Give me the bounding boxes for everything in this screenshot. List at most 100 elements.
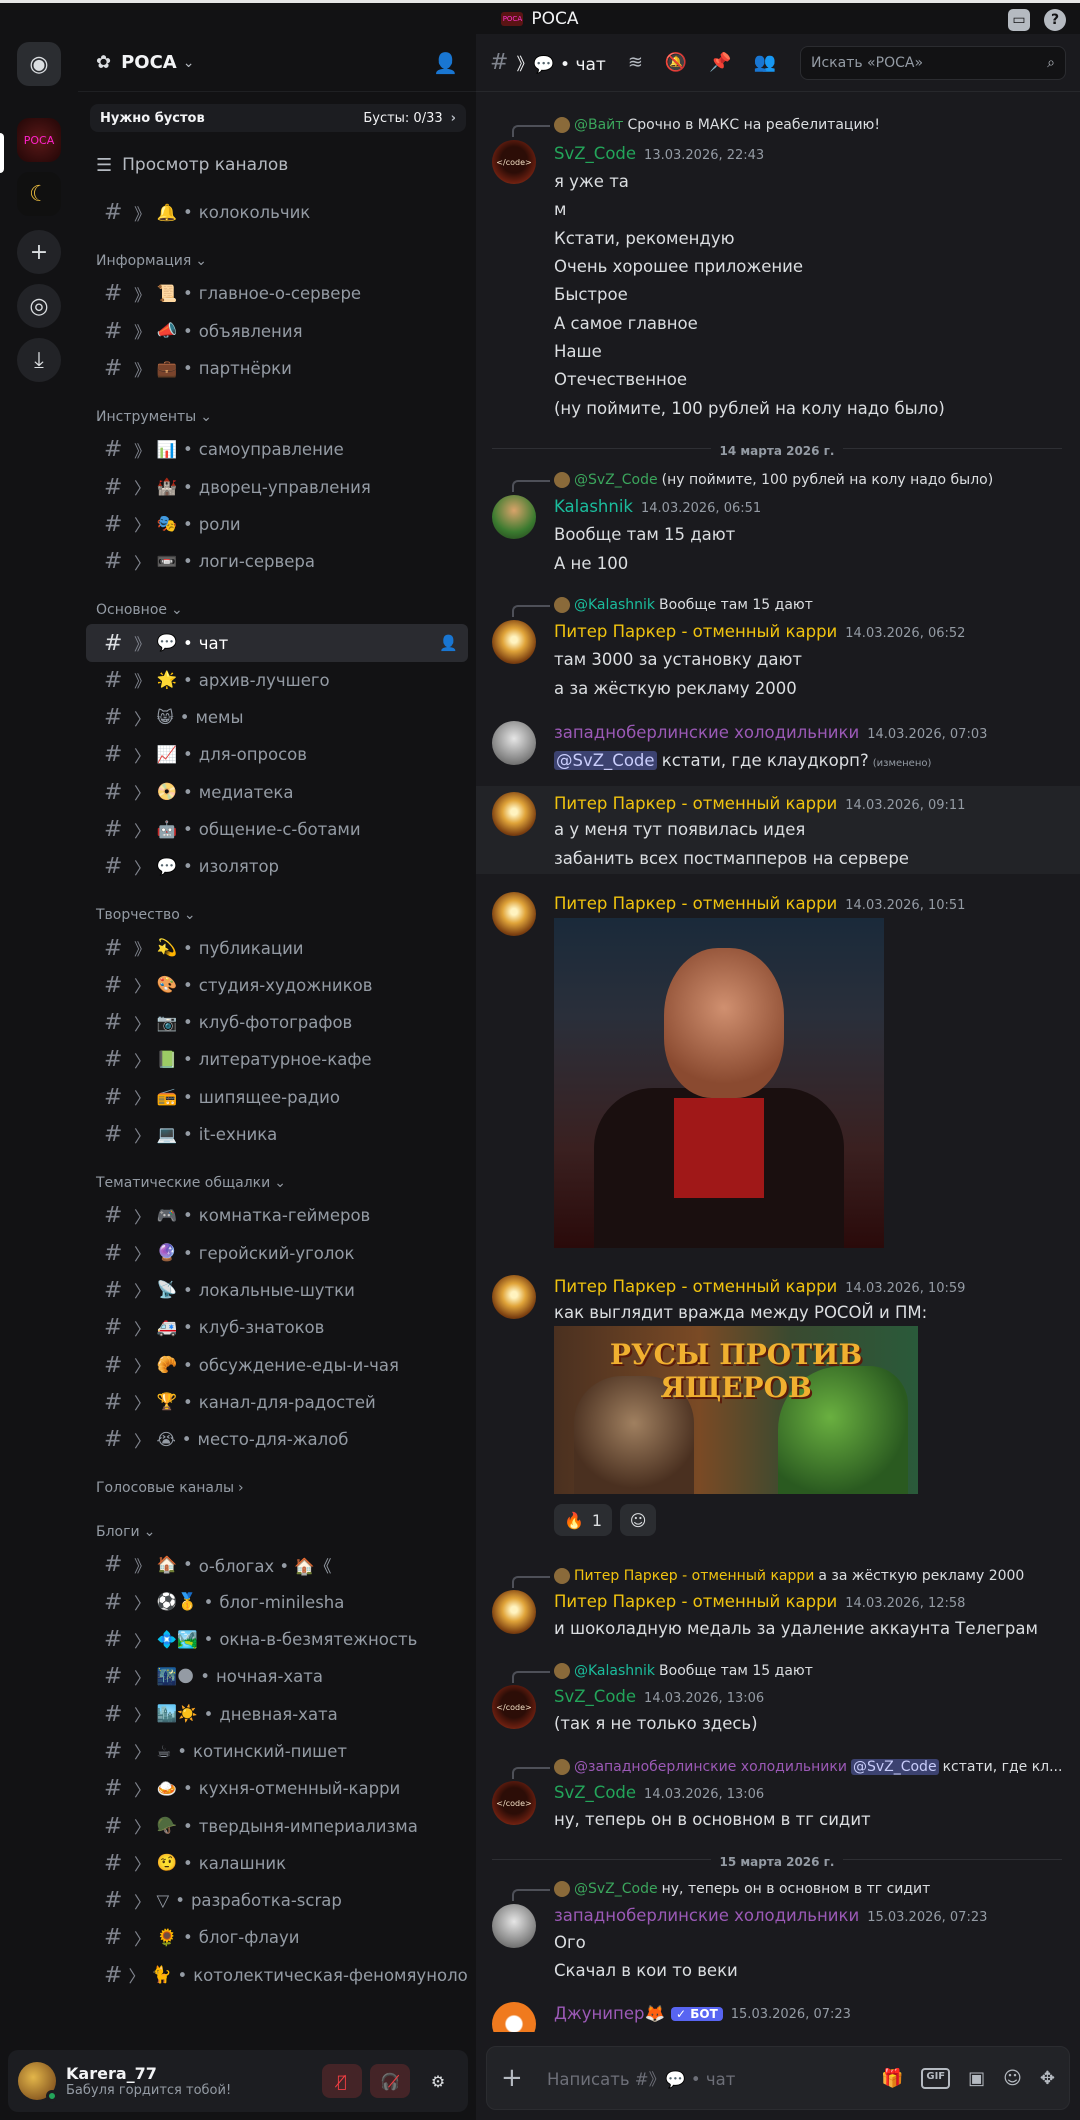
category-voice[interactable]: Голосовые каналы › <box>78 1468 476 1502</box>
channel-для-опросов[interactable]: # 〉 📈 • для-опросов <box>86 736 468 773</box>
search-input[interactable]: Искать «РОСА» ⌕ <box>800 45 1066 80</box>
message-author[interactable]: Питер Паркер - отменный карри 14.03.2026,… <box>554 894 965 913</box>
download-icon[interactable]: ⤓ <box>17 338 61 382</box>
inbox-icon[interactable]: ▭ <box>1008 9 1030 31</box>
reply-preview[interactable]: @SvZ_Code ну, теперь он в основном в тг с… <box>554 1881 930 1897</box>
channel-окна-в-безмятежность[interactable]: # 〉 💠🏞️ • окна-в-безмятежность <box>86 1621 468 1658</box>
category-tools[interactable]: Инструменты ⌄ <box>78 397 476 431</box>
gif-icon[interactable]: GIF <box>921 2067 951 2089</box>
server-icon[interactable]: ☾ <box>17 172 61 216</box>
gear-icon[interactable]: ⚙ <box>418 2064 458 2098</box>
channel-обсуждение-еды-и-чая[interactable]: # 〉 🥐 • обсуждение-еды-и-чая <box>86 1346 468 1383</box>
add-reaction-icon[interactable]: ☺ <box>620 1504 657 1536</box>
discord-home-icon[interactable]: ◉ <box>17 42 61 86</box>
category-info[interactable]: Информация ⌄ <box>78 241 476 275</box>
channel-партнёрки[interactable]: # 》 💼 • партнёрки <box>86 350 468 387</box>
message-input[interactable]: Написать #》💬 • чат <box>547 2066 735 2090</box>
channel-ночная-хата[interactable]: # 〉 🌃🌑 • ночная-хата <box>86 1658 468 1695</box>
emoji-icon[interactable]: ☺ <box>1003 2068 1022 2089</box>
notifications-icon[interactable]: 🔕 <box>665 52 687 73</box>
avatar[interactable] <box>492 1904 536 1948</box>
message-author[interactable]: западноберлинские холодильники 14.03.2026… <box>554 723 987 742</box>
avatar[interactable] <box>492 1275 536 1319</box>
avatar[interactable] <box>492 1590 536 1634</box>
channel-самоуправление[interactable]: # 》 📊 • самоуправление <box>86 431 468 468</box>
channel-логи-сервера[interactable]: # 〉 📼 • логи-сервера <box>86 543 468 580</box>
channel-дворец-управления[interactable]: # 〉 🏰 • дворец-управления <box>86 468 468 505</box>
members-icon[interactable]: 👥 <box>754 52 776 73</box>
channel-изолятор[interactable]: # 〉 💬 • изолятор <box>86 848 468 885</box>
reply-preview[interactable]: @Kalashnik Вообще там 15 дают <box>554 1663 813 1679</box>
message-author[interactable]: SvZ_Code 14.03.2026, 13:06 <box>554 1687 764 1706</box>
avatar[interactable] <box>492 892 536 936</box>
channel-канал-для-радостей[interactable]: # 〉 🏆 • канал-для-радостей <box>86 1384 468 1421</box>
message-author[interactable]: Питер Паркер - отменный карри 14.03.2026,… <box>554 1277 965 1296</box>
category-creative[interactable]: Творчество ⌄ <box>78 895 476 929</box>
channel-объявления[interactable]: # 》 📣 • объявления <box>86 313 468 350</box>
reply-preview[interactable]: @западноберлинские холодильники @SvZ_Code… <box>554 1759 1062 1775</box>
avatar[interactable]: </code> <box>492 140 536 184</box>
channel-комнатка-геймеров[interactable]: # 〉 🎮 • комнатка-геймеров <box>86 1197 468 1234</box>
channel-медиатека[interactable]: # 〉 📀 • медиатека <box>86 774 468 811</box>
channel-о-блогах[interactable]: # 》 🏠 • о-блогах • 🏠《 <box>86 1546 468 1583</box>
channel-публикации[interactable]: # 》 💫 • публикации <box>86 929 468 966</box>
server-header[interactable]: ✿ РОСА ⌄ 👤 <box>78 34 476 92</box>
username[interactable]: Karera_77 <box>66 2064 231 2083</box>
channel-калашник[interactable]: # 〉 🤨 • калашник <box>86 1845 468 1882</box>
help-icon[interactable]: ? <box>1044 9 1066 31</box>
gift-icon[interactable]: 🎁 <box>881 2068 903 2089</box>
reply-preview[interactable]: @SvZ_Code (ну поймите, 100 рублей на колу… <box>554 472 993 488</box>
message-author[interactable]: западноберлинские холодильники 15.03.2026… <box>554 1906 987 1925</box>
sticker-icon[interactable]: ▣ <box>968 2068 985 2089</box>
avatar[interactable] <box>492 792 536 836</box>
threads-icon[interactable]: ≋ <box>628 52 643 73</box>
channel-литературное-кафе[interactable]: # 〉 📗 • литературное-кафе <box>86 1041 468 1078</box>
mute-mic-icon[interactable]: 🎙̸ <box>322 2064 362 2098</box>
avatar[interactable] <box>18 2062 58 2102</box>
channel-клуб-фотографов[interactable]: # 〉 📷 • клуб-фотографов <box>86 1004 468 1041</box>
channel-колокольчик[interactable]: # 》 🔔 • колокольчик <box>86 194 468 231</box>
channel-блог-minilesha[interactable]: # 〉 ⚽🥇 • блог-minilesha <box>86 1584 468 1621</box>
server-rosa-icon[interactable]: РОСА <box>17 118 61 162</box>
pin-icon[interactable]: 📌 <box>709 52 731 73</box>
channel-котолектическая-феномяуноло...[interactable]: # 〉 🐈 • котолектическая-феномяуноло... <box>86 1957 468 1994</box>
reply-preview[interactable]: @Kalashnik Вообще там 15 дают <box>554 597 813 613</box>
channel-котинский-пишет[interactable]: # 〉 ☕ • котинский-пишет <box>86 1733 468 1770</box>
message-author[interactable]: Питер Паркер - отменный карри 14.03.2026,… <box>554 1592 965 1611</box>
reply-preview[interactable]: @Вайт Срочно в МАКС на реабелитацию! <box>554 117 880 133</box>
channel-твердыня-империализма[interactable]: # 〉 🪖 • твердыня-империализма <box>86 1807 468 1844</box>
message-author[interactable]: Питер Паркер - отменный карри 14.03.2026,… <box>554 794 965 813</box>
channel-локальные-шутки[interactable]: # 〉 📡 • локальные-шутки <box>86 1272 468 1309</box>
avatar[interactable] <box>492 2002 536 2032</box>
invite-icon[interactable]: 👤 <box>433 51 458 75</box>
channel-мемы[interactable]: # 〉 😸 • мемы <box>86 699 468 736</box>
channel-блог-флауи[interactable]: # 〉 🌻 • блог-флауи <box>86 1919 468 1956</box>
reaction-fire[interactable]: 🔥 1 <box>554 1504 613 1536</box>
channel-it-ехника[interactable]: # 〉 💻 • it-ехника <box>86 1116 468 1153</box>
image-attachment[interactable]: РУСЫ ПРОТИВ ЯЩЕРОВ <box>554 1326 918 1494</box>
channel-место-для-жалоб[interactable]: # 〉 😭 • место-для-жалоб <box>86 1421 468 1458</box>
avatar[interactable] <box>492 620 536 664</box>
message-author[interactable]: Kalashnik 14.03.2026, 06:51 <box>554 497 761 516</box>
reply-preview[interactable]: Питер Паркер - отменный карри а за жёстку… <box>554 1568 1024 1584</box>
channel-студия-художников[interactable]: # 〉 🎨 • студия-художников <box>86 967 468 1004</box>
boost-bar[interactable]: Нужно бустов Бусты: 0/33 › <box>90 104 466 132</box>
message-author[interactable]: Джунипер🦊 ✓ БОТ 15.03.2026, 07:23 <box>554 2004 851 2024</box>
browse-channels[interactable]: ☰ Просмотр каналов <box>96 150 476 180</box>
channel-архив-лучшего[interactable]: # 》 🌟 • архив-лучшего <box>86 662 468 699</box>
channel-главное-о-сервере[interactable]: # 》 📜 • главное-о-сервере <box>86 275 468 312</box>
invite-icon[interactable]: 👤 <box>439 634 458 652</box>
channel-клуб-знатоков[interactable]: # 〉 🚑 • клуб-знатоков <box>86 1309 468 1346</box>
avatar[interactable] <box>492 495 536 539</box>
category-main[interactable]: Основное ⌄ <box>78 590 476 624</box>
message-composer[interactable]: + Написать #》💬 • чат 🎁 GIF ▣ ☺ ✥ <box>486 2046 1070 2110</box>
channel-общение-с-ботами[interactable]: # 〉 🤖 • общение-с-ботами <box>86 811 468 848</box>
channel-кухня-отменный-карри[interactable]: # 〉 🍛 • кухня-отменный-карри <box>86 1770 468 1807</box>
message-author[interactable]: SvZ_Code 13.03.2026, 22:43 <box>554 144 764 163</box>
user-mention[interactable]: @SvZ_Code <box>554 751 657 770</box>
channel-шипящее-радио[interactable]: # 〉 📻 • шипящее-радио <box>86 1079 468 1116</box>
message-author[interactable]: SvZ_Code 14.03.2026, 13:06 <box>554 1783 764 1802</box>
avatar[interactable]: </code> <box>492 1685 536 1729</box>
channel-роли[interactable]: # 〉 🎭 • роли <box>86 506 468 543</box>
channel-чат[interactable]: # 》 💬 • чат 👤 <box>86 624 468 662</box>
